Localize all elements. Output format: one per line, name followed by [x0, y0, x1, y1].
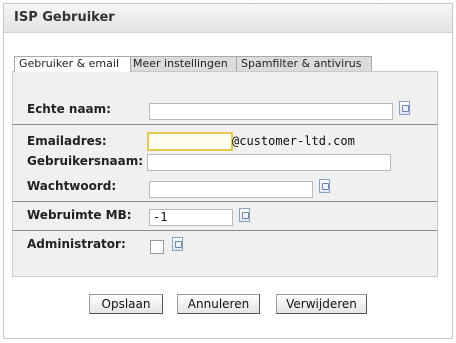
username-label: Gebruikersnaam: [27, 154, 144, 168]
form-panel: Echte naam: Emailadres: @customer-ltd.co… [12, 71, 438, 277]
title-bar: ISP Gebruiker [4, 4, 452, 33]
email-label: Emailadres: [27, 134, 107, 148]
password-input[interactable] [149, 181, 313, 198]
administrator-checkbox[interactable] [150, 240, 164, 254]
tab-gebruiker-email[interactable]: Gebruiker & email [14, 56, 131, 72]
help-document-icon[interactable] [172, 237, 183, 251]
real-name-label: Echte naam: [27, 102, 111, 116]
tab-meer-instellingen[interactable]: Meer instellingen [128, 56, 240, 71]
window-title: ISP Gebruiker [14, 10, 115, 25]
tab-spamfilter-antivirus[interactable]: Spamfilter & antivirus [236, 56, 372, 71]
password-label: Wachtwoord: [27, 179, 117, 193]
help-document-icon[interactable] [239, 208, 250, 222]
email-input[interactable] [147, 132, 233, 151]
section-divider [13, 201, 437, 202]
section-divider [13, 124, 437, 125]
email-domain-suffix: @customer-ltd.com [232, 134, 355, 148]
administrator-label: Administrator: [27, 237, 126, 251]
delete-button[interactable]: Verwijderen [276, 294, 367, 314]
webspace-label: Webruimte MB: [27, 208, 132, 222]
help-document-icon[interactable] [319, 179, 330, 193]
save-button[interactable]: Opslaan [89, 294, 163, 314]
real-name-input[interactable] [149, 103, 393, 120]
help-document-icon[interactable] [399, 101, 410, 115]
webspace-input[interactable] [149, 209, 233, 226]
username-input[interactable] [147, 154, 391, 171]
section-divider [13, 230, 437, 231]
cancel-button[interactable]: Annuleren [177, 294, 260, 314]
